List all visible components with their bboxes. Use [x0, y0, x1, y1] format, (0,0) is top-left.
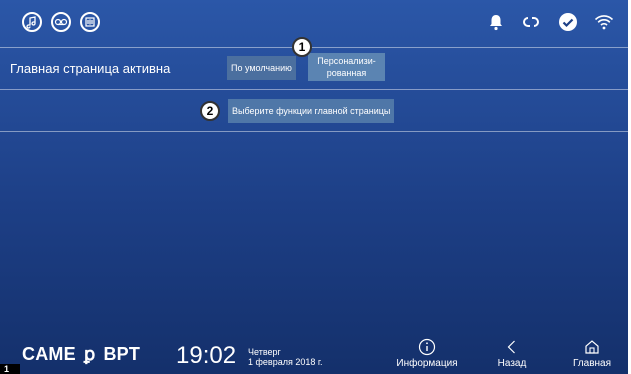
callout-2: 2	[200, 101, 220, 121]
home-icon	[585, 340, 599, 354]
clock-time: 19:02	[176, 342, 237, 369]
music-note-icon[interactable]	[22, 12, 42, 32]
speaker-icon[interactable]	[80, 12, 100, 32]
lower-divider	[0, 131, 628, 132]
select-homepage-functions-button[interactable]: Выберите функции главной страницы	[228, 99, 395, 123]
brand-right: BPT	[103, 344, 141, 364]
link-icon[interactable]	[520, 13, 542, 31]
top-divider	[0, 47, 628, 48]
custom-option-button[interactable]: Персонализи- рованная	[308, 53, 385, 81]
chevron-left-icon	[507, 340, 515, 354]
top-right-icons	[488, 12, 614, 32]
homepage-active-label: Главная страница активна	[10, 61, 171, 76]
wifi-icon[interactable]	[594, 13, 614, 31]
custom-option-label-line1: Персонализи-	[317, 56, 376, 66]
back-button[interactable]: Назад	[483, 338, 541, 369]
home-label: Главная	[572, 358, 612, 369]
callout-1: 1	[292, 37, 312, 57]
info-label: Информация	[396, 358, 458, 369]
clock-date: Четверг 1 февраля 2018 г.	[248, 347, 323, 367]
figure-number-badge: 1	[0, 364, 20, 374]
info-icon	[418, 338, 436, 356]
bottom-bar: CAME ꝑ BPT 19:02 Четверг 1 февраля 2018 г.…	[0, 330, 628, 374]
home-button[interactable]: Главная	[560, 338, 624, 369]
brand-separator-icon: ꝑ	[83, 344, 96, 364]
custom-option-label-line2: рованная	[326, 68, 367, 78]
top-status-bar	[0, 0, 628, 46]
clock-day: Четверг	[248, 347, 281, 357]
voicemail-icon[interactable]	[51, 12, 71, 32]
top-left-icons	[22, 12, 100, 32]
middle-divider	[0, 89, 628, 90]
clock-full-date: 1 февраля 2018 г.	[248, 357, 323, 367]
brand-left: CAME	[22, 344, 76, 364]
bell-icon[interactable]	[488, 13, 504, 31]
default-option-button[interactable]: По умолчанию	[227, 56, 296, 80]
device-screen: Главная страница активна По умолчанию Пе…	[0, 0, 628, 374]
brand-logo: CAME ꝑ BPT	[22, 344, 140, 365]
info-button[interactable]: Информация	[390, 338, 464, 369]
check-icon[interactable]	[558, 12, 578, 32]
back-label: Назад	[497, 358, 527, 369]
